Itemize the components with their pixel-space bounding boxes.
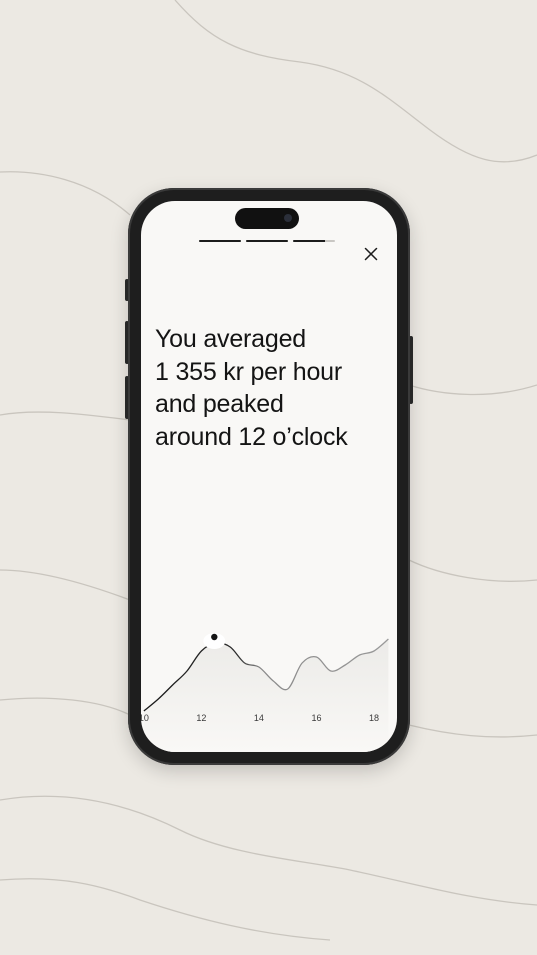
progress-segment-3[interactable]	[293, 240, 335, 242]
x-tick-label: 14	[254, 713, 264, 723]
story-progress	[199, 240, 335, 243]
progress-segment-2[interactable]	[246, 240, 288, 242]
headline-line-3: and peaked	[155, 390, 284, 418]
progress-fill	[199, 240, 241, 242]
chart-area	[143, 639, 389, 752]
close-icon	[364, 247, 378, 261]
x-tick-label: 12	[196, 713, 206, 723]
headline: You averaged 1 355 kr per hour and peake…	[155, 323, 391, 453]
progress-segment-1[interactable]	[199, 240, 241, 242]
headline-line-1: You averaged	[155, 325, 306, 353]
x-tick-label: 16	[311, 713, 321, 723]
close-button[interactable]	[360, 243, 382, 265]
headline-line-2: 1 355 kr per hour	[155, 357, 342, 386]
headline-line-4: around 12 o’clock	[155, 422, 348, 451]
progress-fill	[293, 240, 325, 242]
phone-frame: You averaged 1 355 kr per hour and peake…	[128, 188, 410, 765]
peak-marker[interactable]	[211, 633, 218, 641]
earnings-chart: 10 12 14 16 18	[141, 633, 389, 752]
camera-icon	[284, 214, 292, 222]
progress-fill	[246, 240, 288, 242]
x-tick-label: 18	[369, 713, 379, 723]
canvas: You averaged 1 355 kr per hour and peake…	[0, 0, 537, 955]
x-tick-label: 10	[141, 713, 149, 723]
dynamic-island	[235, 208, 299, 229]
phone-screen: You averaged 1 355 kr per hour and peake…	[141, 201, 397, 752]
